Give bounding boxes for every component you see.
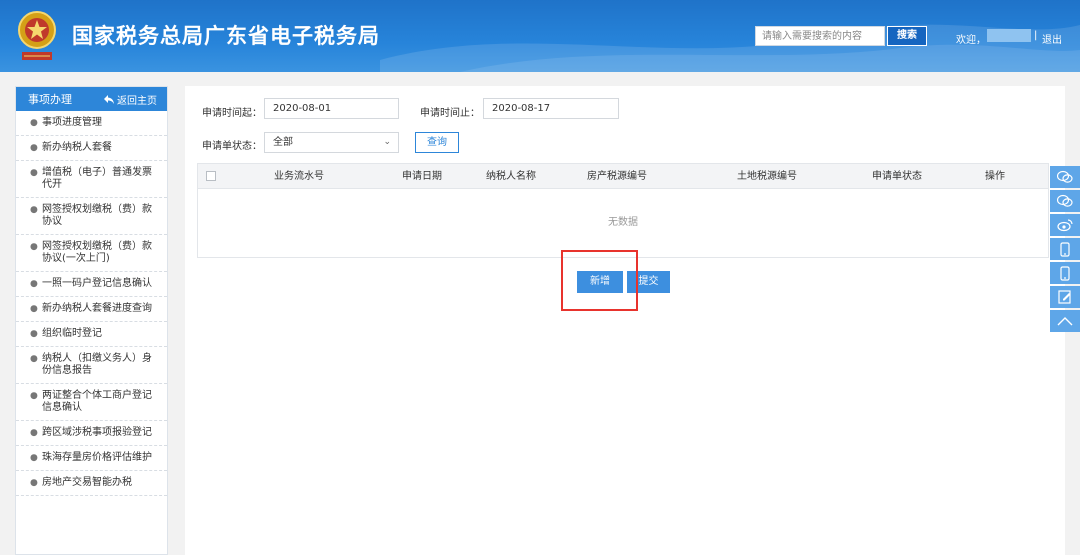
sidebar-item[interactable]: ● 网签授权划缴税（费）款协议	[16, 198, 167, 235]
status-selected-value: 全部	[273, 137, 293, 148]
status-select[interactable]: 全部 ⌄	[264, 132, 399, 153]
sidebar-item[interactable]: ● 两证整合个体工商户登记信息确认	[16, 384, 167, 421]
red-highlight-annotation	[561, 250, 638, 311]
wechat-icon[interactable]	[1050, 166, 1080, 188]
tax-emblem-logo	[18, 11, 56, 60]
column-header: 纳税人名称	[486, 171, 536, 182]
bullet-icon: ●	[30, 354, 38, 364]
sidebar-item[interactable]: ● 增值税（电子）普通发票代开	[16, 161, 167, 198]
column-header: 房产税源编号	[587, 171, 647, 182]
bullet-icon: ●	[30, 118, 38, 128]
sidebar-item[interactable]: ● 珠海存量房价格评估维护	[16, 446, 167, 471]
chevron-down-icon: ⌄	[383, 137, 391, 147]
sidebar-item[interactable]: ● 事项进度管理	[16, 111, 167, 136]
sidebar-item[interactable]: ● 一照一码户登记信息确认	[16, 272, 167, 297]
table-header: 业务流水号 申请日期 纳税人名称 房产税源编号 土地税源编号 申请单状态 操作	[198, 164, 1048, 189]
back-home-label: 返回主页	[117, 95, 157, 107]
bullet-icon: ●	[30, 168, 38, 178]
select-all-checkbox[interactable]	[206, 171, 216, 181]
bullet-icon: ●	[30, 478, 38, 488]
back-home-link[interactable]: 返回主页	[104, 92, 157, 107]
mobile-app-icon[interactable]	[1050, 238, 1080, 260]
empty-table-message: 无数据	[608, 217, 638, 228]
search-button[interactable]: 搜索	[887, 26, 927, 46]
sidebar-title: 事项办理	[28, 93, 72, 106]
logout-link[interactable]: 退出	[1042, 31, 1062, 46]
bullet-icon: ●	[30, 304, 38, 314]
username-redacted	[987, 29, 1031, 42]
bullet-icon: ●	[30, 453, 38, 463]
bullet-icon: ●	[30, 143, 38, 153]
bullet-icon: ●	[30, 279, 38, 289]
floating-toolbar	[1050, 166, 1080, 334]
back-to-top-icon[interactable]	[1050, 310, 1080, 332]
column-header: 申请日期	[402, 171, 442, 182]
back-arrow-icon	[104, 94, 114, 104]
site-title: 国家税务总局广东省电子税务局	[72, 24, 380, 48]
bullet-icon: ●	[30, 205, 38, 215]
bullet-icon: ●	[30, 391, 38, 401]
bullet-icon: ●	[30, 329, 38, 339]
sidebar-item[interactable]: ● 新办纳税人套餐	[16, 136, 167, 161]
column-header: 申请单状态	[872, 171, 922, 182]
status-label: 申请单状态：	[202, 141, 262, 152]
sidebar-item[interactable]: ● 房地产交易智能办税	[16, 471, 167, 496]
sidebar-item[interactable]: ● 组织临时登记	[16, 322, 167, 347]
sidebar-item[interactable]: ● 新办纳税人套餐进度查询	[16, 297, 167, 322]
sidebar-item[interactable]: ● 网签授权划缴税（费）款协议(一次上门)	[16, 235, 167, 272]
column-header: 操作	[985, 171, 1005, 182]
end-date-input[interactable]: 2020-08-17	[483, 98, 619, 119]
search-input[interactable]: 请输入需要搜索的内容	[755, 26, 885, 46]
column-header: 土地税源编号	[737, 171, 797, 182]
edit-feedback-icon[interactable]	[1050, 286, 1080, 308]
top-header: 国家税务总局广东省电子税务局 请输入需要搜索的内容 搜索 欢迎， | 退出	[0, 0, 1080, 72]
welcome-text: 欢迎，	[956, 35, 986, 46]
sidebar-item[interactable]: ● 跨区域涉税事项报验登记	[16, 421, 167, 446]
start-date-label: 申请时间起：	[202, 108, 262, 119]
sidebar-header: 事项办理 返回主页	[16, 87, 167, 111]
sidebar: 事项办理 返回主页 ● 事项进度管理 ● 新办纳税人套餐 ● 增值税（电子）普通发票代…	[15, 86, 168, 555]
results-table: 业务流水号 申请日期 纳税人名称 房产税源编号 土地税源编号 申请单状态 操作 …	[197, 163, 1049, 258]
sidebar-menu: ● 事项进度管理 ● 新办纳税人套餐 ● 增值税（电子）普通发票代开 ● 网签授权划缴税…	[16, 111, 167, 496]
header-separator: |	[1034, 30, 1038, 41]
start-date-input[interactable]: 2020-08-01	[264, 98, 399, 119]
query-button[interactable]: 查询	[415, 132, 459, 153]
weibo-icon[interactable]	[1050, 214, 1080, 236]
main-panel: 申请时间起： 2020-08-01 申请时间止： 2020-08-17 申请单状…	[185, 86, 1065, 555]
wechat-service-icon[interactable]	[1050, 190, 1080, 212]
bullet-icon: ●	[30, 242, 38, 252]
column-header: 业务流水号	[274, 171, 324, 182]
bullet-icon: ●	[30, 428, 38, 438]
mobile-tax-icon[interactable]	[1050, 262, 1080, 284]
end-date-label: 申请时间止：	[420, 108, 480, 119]
sidebar-item[interactable]: ● 纳税人（扣缴义务人）身份信息报告	[16, 347, 167, 384]
select-all-cell	[198, 164, 224, 188]
